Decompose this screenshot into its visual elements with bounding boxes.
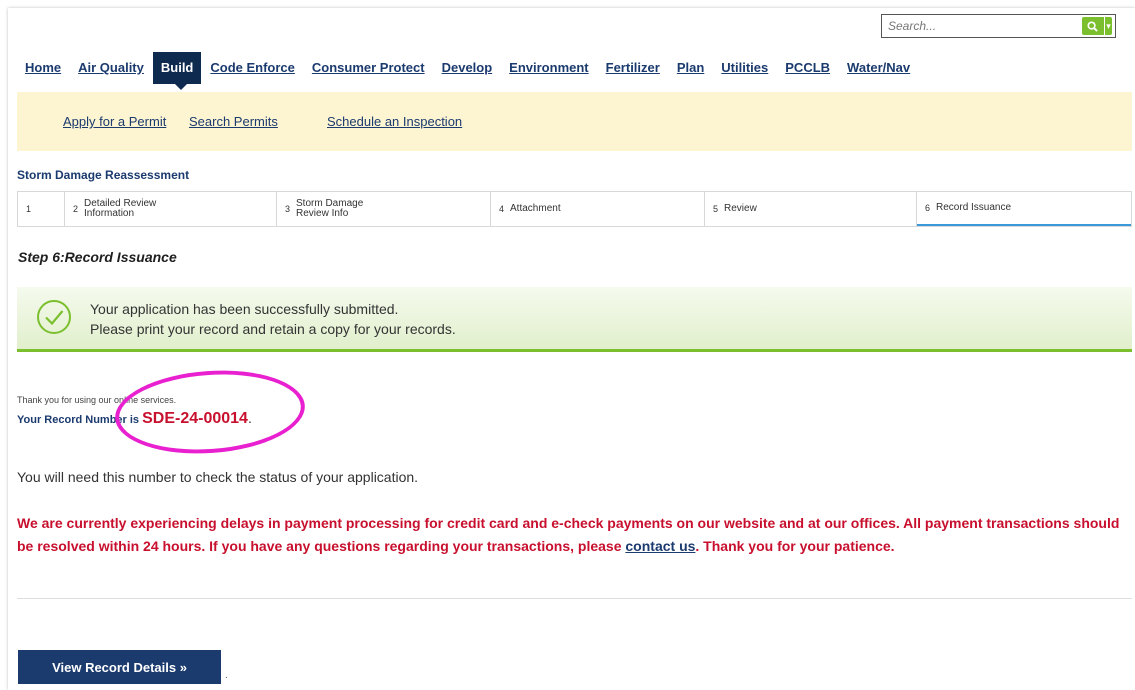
payment-delay-alert: We are currently experiencing delays in … (17, 515, 1120, 554)
need-number-text: You will need this number to check the s… (17, 469, 419, 485)
search-input[interactable] (882, 15, 1072, 37)
step-2: 2 Detailed Review Information (65, 192, 277, 226)
search-icon (1087, 20, 1098, 32)
sub-nav: Apply for a Permit Search Permits Schedu… (17, 92, 1132, 151)
step-3: 3 Storm Damage Review Info (277, 192, 491, 226)
search-button[interactable]: ▾ (1082, 17, 1112, 35)
nav-consumer-protect[interactable]: Consumer Protect (304, 52, 433, 84)
section-title: Storm Damage Reassessment (17, 168, 190, 182)
check-circle-icon (37, 300, 71, 334)
nav-air-quality[interactable]: Air Quality (70, 52, 152, 84)
schedule-inspection-link[interactable]: Schedule an Inspection (327, 114, 462, 129)
main-nav: Home Air Quality Build Code Enforce Cons… (17, 52, 919, 84)
step-heading: Step 6:Record Issuance (18, 249, 177, 265)
trailing-dot: . (225, 670, 228, 681)
success-message: Your application has been successfully s… (90, 301, 456, 337)
step-1: 1 (18, 192, 65, 226)
search-permits-link[interactable]: Search Permits (189, 114, 278, 129)
nav-home[interactable]: Home (17, 52, 69, 84)
nav-pcclb[interactable]: PCCLB (777, 52, 838, 84)
step-5: 5 Review (705, 192, 917, 226)
active-tab-caret (175, 84, 187, 90)
step-4: 4 Attachment (491, 192, 705, 226)
nav-build[interactable]: Build (152, 52, 202, 84)
nav-code-enforce[interactable]: Code Enforce (202, 52, 303, 84)
divider (17, 598, 1132, 599)
success-banner: Your application has been successfully s… (17, 287, 1132, 352)
contact-us-link[interactable]: contact us (625, 538, 695, 554)
nav-utilities[interactable]: Utilities (713, 52, 776, 84)
view-record-details-button[interactable]: View Record Details » (18, 650, 221, 684)
nav-environment[interactable]: Environment (501, 52, 596, 84)
nav-plan[interactable]: Plan (669, 52, 712, 84)
step-6: 6 Record Issuance (917, 192, 1131, 226)
nav-fertilizer[interactable]: Fertilizer (598, 52, 668, 84)
search-box: ▾ (881, 14, 1116, 38)
nav-water-nav[interactable]: Water/Nav (839, 52, 918, 84)
step-progress: 1 2 Detailed Review Information 3 Storm Da… (17, 191, 1132, 227)
search-dropdown-icon[interactable]: ▾ (1104, 17, 1112, 35)
apply-permit-link[interactable]: Apply for a Permit (63, 114, 166, 129)
nav-develop[interactable]: Develop (434, 52, 501, 84)
